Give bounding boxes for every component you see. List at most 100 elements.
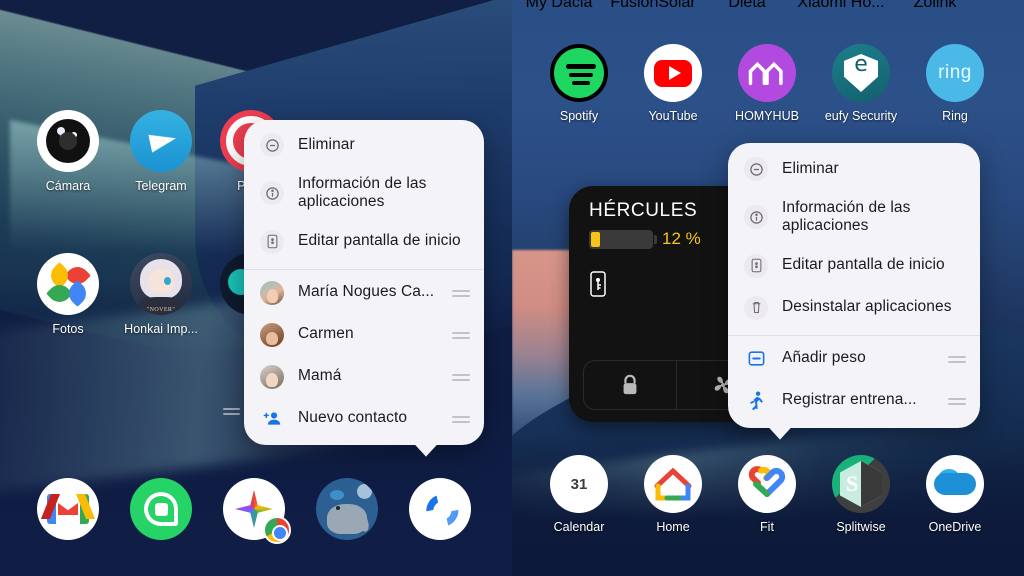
- drag-handle-icon[interactable]: [452, 413, 470, 425]
- screenshot-root: Cámara Telegram Pock Fotos "NOVER" Honka…: [0, 0, 1024, 576]
- app-spotify[interactable]: Spotify: [536, 44, 622, 123]
- contact-avatar-icon: [260, 280, 284, 305]
- menu-item-label: Desinstalar aplicaciones: [782, 298, 952, 316]
- app-label: OneDrive: [928, 520, 982, 534]
- telegram-icon: [130, 110, 192, 172]
- app-label: YouTube: [648, 109, 698, 123]
- menu-shortcut-anadir-peso[interactable]: Añadir peso: [728, 338, 980, 380]
- menu-shortcut-registrar-entrenamiento[interactable]: Registrar entrena...: [728, 380, 980, 428]
- app-label: Cámara: [45, 179, 91, 193]
- menu-item-label: Información de las aplicaciones: [298, 175, 427, 211]
- menu-item-label: Editar pantalla de inicio: [298, 232, 461, 250]
- drag-handle-icon[interactable]: [452, 287, 470, 299]
- app-label: FusionSolar: [610, 0, 696, 11]
- menu-item-eliminar[interactable]: Eliminar: [244, 120, 484, 166]
- menu-item-label: Añadir peso: [782, 349, 866, 367]
- app-homyhub[interactable]: HOMYHUB: [724, 44, 810, 123]
- app-label: Telegram: [135, 179, 187, 193]
- gmail-icon: [37, 478, 99, 540]
- google-photos-icon: [37, 253, 99, 315]
- splitwise-icon: S: [832, 455, 890, 513]
- dock-onedrive[interactable]: OneDrive: [912, 455, 998, 534]
- drag-handle-icon[interactable]: [948, 353, 966, 365]
- app-fotos[interactable]: Fotos: [25, 253, 111, 336]
- menu-item-label: Eliminar: [782, 159, 839, 177]
- menu-shortcut-carmen[interactable]: Carmen: [244, 314, 484, 356]
- menu-item-label: Editar pantalla de inicio: [782, 256, 945, 274]
- app-label: Ring: [942, 109, 968, 123]
- add-contact-icon: [260, 407, 284, 431]
- app-context-menu: Eliminar Información de las aplicaciones…: [728, 143, 980, 440]
- eufy-security-icon: e: [832, 44, 890, 102]
- menu-shortcut-mama[interactable]: Mamá: [244, 356, 484, 398]
- app-label: Spotify: [559, 109, 599, 123]
- app-ring[interactable]: ring Ring: [912, 44, 998, 123]
- car-key-icon: [590, 271, 606, 297]
- menu-item-eliminar[interactable]: Eliminar: [728, 143, 980, 190]
- menu-item-label: Eliminar: [298, 135, 355, 153]
- app-label: Splitwise: [836, 520, 886, 534]
- menu-item-informacion-aplicaciones[interactable]: Información de las aplicaciones: [244, 166, 484, 221]
- homyhub-icon: [738, 44, 796, 102]
- dock-gmail[interactable]: [25, 478, 111, 540]
- menu-item-label: Información de las aplicaciones: [782, 199, 911, 235]
- menu-shortcut-nuevo-contacto[interactable]: Nuevo contacto: [244, 398, 484, 445]
- app-label: Home: [656, 520, 690, 534]
- dock-fit[interactable]: Fit: [724, 455, 810, 534]
- app-label: Calendar: [553, 520, 605, 534]
- drag-handle-icon[interactable]: [452, 371, 470, 383]
- app-label: eufy Security: [824, 109, 898, 123]
- app-context-menu: Eliminar Información de las aplicaciones…: [244, 120, 484, 457]
- drag-handle-icon[interactable]: [452, 329, 470, 341]
- dock-elephant[interactable]: [304, 478, 390, 540]
- battery-percent-label: 12 %: [662, 229, 701, 248]
- contact-avatar-icon: [260, 322, 284, 347]
- drag-handle-icon[interactable]: [223, 406, 240, 417]
- ring-icon: ring: [926, 44, 984, 102]
- battery-icon: [589, 229, 657, 249]
- app-eufy-security[interactable]: e eufy Security: [818, 44, 904, 123]
- app-label: Zolink: [913, 0, 957, 11]
- dock-assistant[interactable]: [211, 478, 297, 544]
- app-telegram[interactable]: Telegram: [118, 110, 204, 193]
- app-honkai-impact[interactable]: "NOVER" Honkai Imp...: [118, 253, 204, 336]
- app-camara[interactable]: Cámara: [25, 110, 111, 193]
- app-label: My Dacia: [525, 0, 593, 11]
- cutoff-app-label-row: My Dacia FusionSolar Dieta Xiaomi Ho... …: [512, 0, 1024, 12]
- info-circle-icon: [744, 205, 768, 230]
- app-label: Honkai Imp...: [124, 322, 198, 336]
- remove-circle-icon: [744, 157, 768, 181]
- widget-lock-button[interactable]: [584, 361, 677, 409]
- dock-splitwise[interactable]: S Splitwise: [818, 455, 904, 534]
- edit-home-screen-icon: [260, 229, 284, 254]
- right-phone-screenshot: My Dacia FusionSolar Dieta Xiaomi Ho... …: [512, 0, 1024, 576]
- edit-home-screen-icon: [744, 253, 768, 278]
- contact-avatar-icon: [260, 364, 284, 389]
- spotify-icon: [550, 44, 608, 102]
- menu-item-label: Mamá: [298, 367, 342, 385]
- drag-handle-icon[interactable]: [948, 395, 966, 407]
- menu-item-informacion-aplicaciones[interactable]: Información de las aplicaciones: [728, 190, 980, 245]
- menu-shortcut-maria-nogues[interactable]: María Nogues Ca...: [244, 272, 484, 314]
- google-phone-icon: [409, 478, 471, 540]
- menu-item-editar-pantalla-inicio[interactable]: Editar pantalla de inicio: [244, 221, 484, 263]
- dock-home[interactable]: Home: [630, 455, 716, 534]
- whatsapp-icon: [130, 478, 192, 540]
- menu-divider: [244, 268, 484, 270]
- app-label: Dieta: [728, 0, 766, 11]
- google-assistant-chrome-icon: [223, 478, 291, 544]
- menu-item-label: María Nogues Ca...: [298, 283, 435, 301]
- menu-item-editar-pantalla-inicio[interactable]: Editar pantalla de inicio: [728, 245, 980, 287]
- left-phone-screenshot: Cámara Telegram Pock Fotos "NOVER" Honka…: [0, 0, 512, 576]
- dock-phone[interactable]: [397, 478, 483, 540]
- menu-item-label: Registrar entrena...: [782, 391, 917, 409]
- app-youtube[interactable]: YouTube: [630, 44, 716, 123]
- menu-item-label: Nuevo contacto: [298, 409, 408, 427]
- honkai-impact-icon: "NOVER": [130, 253, 192, 315]
- dock-calendar[interactable]: 31 Calendar: [536, 455, 622, 534]
- menu-item-desinstalar-aplicaciones[interactable]: Desinstalar aplicaciones: [728, 287, 980, 329]
- google-fit-icon: [738, 455, 796, 513]
- menu-item-label: Carmen: [298, 325, 354, 343]
- dock-whatsapp[interactable]: [118, 478, 204, 540]
- app-label: HOMYHUB: [735, 109, 799, 123]
